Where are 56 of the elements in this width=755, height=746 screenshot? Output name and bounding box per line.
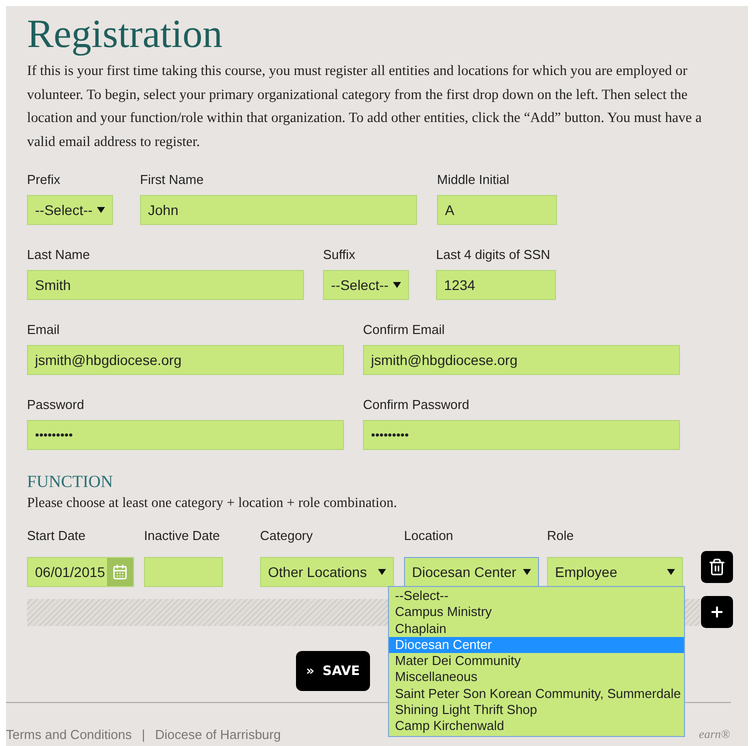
password-field[interactable]: ••••••••• [363,420,680,450]
caret-icon [523,569,531,575]
trash-icon [708,558,726,576]
select-field[interactable]: Diocesan Center [404,557,539,587]
caret-icon [378,569,386,575]
column-label: Location [404,528,454,543]
footer-link[interactable]: Terms and Conditions [6,727,132,742]
dropdown-option[interactable]: Miscellaneous [389,669,684,686]
column-label: Start Date [27,528,87,543]
page-title: Registration [27,10,224,58]
field-label: Email [27,322,61,337]
field-label: Prefix [27,172,62,187]
input-field[interactable]: John [140,195,417,225]
brand-text: earn® [698,727,730,742]
input-field[interactable]: Smith [27,270,304,300]
intro-paragraph: If this is your first time taking this course, you must register all entities and locations for which you are employed or volunteer. To begin, select your primary organizational category from the first drop down on the left. Then select the location and your function/role within that organization. To add other entities, click the “Add” button. You must have a valid email address to register. [27,62,703,152]
dropdown-option[interactable]: Camp Kirchenwald [389,718,684,735]
plus-icon [709,604,725,620]
field-label: Confirm Email [363,322,446,337]
input-field[interactable] [144,557,223,587]
delete-button[interactable] [701,551,733,583]
input-field[interactable]: jsmith@hbgdiocese.org [363,345,680,375]
add-button[interactable] [701,596,733,628]
column-label: Role [547,528,575,543]
select-field[interactable]: --Select-- [323,270,409,300]
input-field[interactable]: A [437,195,557,225]
separator: | [142,727,146,742]
input-field[interactable]: jsmith@hbgdiocese.org [27,345,344,375]
section-title: FUNCTION [27,472,114,492]
dropdown-option[interactable]: Mater Dei Community [389,653,684,670]
field-label: Last 4 digits of SSN [436,247,552,262]
field-label: Confirm Password [363,397,470,412]
caret-icon [667,569,675,575]
save-button[interactable]: » SAVE [296,651,370,691]
field-label: Middle Initial [437,172,510,187]
section-instruction: Please choose at least one category + location + role combination. [27,495,398,513]
footer-link[interactable]: Diocese of Harrisburg [155,727,281,742]
field-label: Last Name [27,247,91,262]
dropdown-option[interactable]: Shining Light Thrift Shop [389,702,684,718]
password-field[interactable]: ••••••••• [27,420,344,450]
column-label: Category [260,528,314,543]
caret-icon [393,282,401,288]
calendar-icon [112,564,128,580]
field-label: Password [27,397,86,412]
select-field[interactable]: Other Locations [260,557,394,587]
field-label: Suffix [323,247,356,262]
dropdown-option[interactable]: Chaplain [389,620,684,637]
field-label: First Name [140,172,205,187]
dropdown-option[interactable]: Saint Peter Son Korean Community, Summerdale [389,686,684,702]
select-field[interactable]: --Select-- [27,195,113,225]
date-field[interactable]: 06/01/2015 [27,557,134,587]
column-label: Inactive Date [144,528,221,543]
dropdown-option[interactable]: --Select-- [389,588,684,604]
select-field[interactable]: Employee [547,557,683,587]
input-field[interactable]: 1234 [436,270,556,300]
caret-icon [97,207,105,213]
